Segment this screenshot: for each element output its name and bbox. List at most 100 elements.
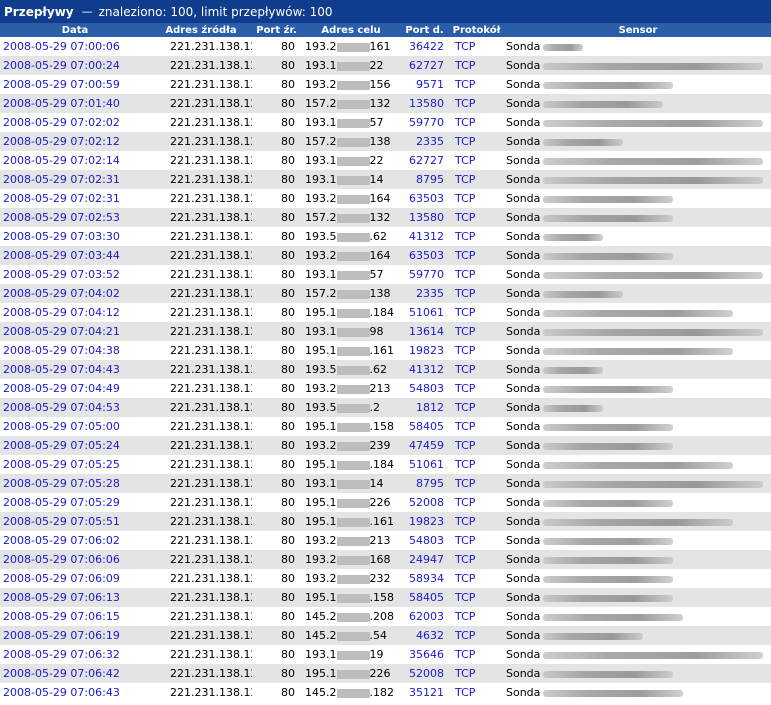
table-row[interactable]: 2008-05-29 07:02:53221.231.138.12180157.… (0, 208, 771, 227)
destination-port-link[interactable]: 54803 (401, 531, 448, 550)
table-row[interactable]: 2008-05-29 07:03:44221.231.138.12180193.… (0, 246, 771, 265)
flow-date-link[interactable]: 2008-05-29 07:05:25 (0, 455, 150, 474)
column-header-sensor[interactable]: Sensor (505, 23, 771, 37)
table-row[interactable]: 2008-05-29 07:05:28221.231.138.12180193.… (0, 474, 771, 493)
protocol-link[interactable]: TCP (448, 37, 505, 56)
destination-port-link[interactable]: 8795 (401, 474, 448, 493)
table-row[interactable]: 2008-05-29 07:05:29 221.231.138.12 80 195.1… (0, 493, 771, 512)
flow-date-link[interactable]: 2008-05-29 07:03:44 (0, 246, 150, 265)
flow-date-link[interactable]: 2008-05-29 07:03:52 (0, 265, 150, 284)
table-row[interactable]: 2008-05-29 07:06:43 221.231.138.12 80 145.2… (0, 683, 771, 702)
destination-port-link[interactable]: 51061 (401, 455, 448, 474)
flow-date-link[interactable]: 2008-05-29 07:00:24 (0, 56, 150, 75)
table-row[interactable]: 2008-05-29 07:06:06 221.231.138.12 80 193.2… (0, 550, 771, 569)
flow-date-link[interactable]: 2008-05-29 07:06:43 (0, 683, 150, 702)
flow-date-link[interactable]: 2008-05-29 07:06:13 (0, 588, 150, 607)
protocol-link[interactable]: TCP (448, 626, 505, 645)
table-row[interactable]: 2008-05-29 07:04:12221.231.138.12180195.… (0, 303, 771, 322)
destination-port-link[interactable]: 13580 (401, 94, 448, 113)
protocol-link[interactable]: TCP (448, 208, 505, 227)
destination-port-link[interactable]: 9571 (401, 75, 448, 94)
destination-port-link[interactable]: 19823 (401, 512, 448, 531)
destination-port-link[interactable]: 62003 (401, 607, 448, 626)
destination-port-link[interactable]: 62727 (401, 151, 448, 170)
destination-port-link[interactable]: 13580 (401, 208, 448, 227)
destination-port-link[interactable]: 13614 (401, 322, 448, 341)
flow-date-link[interactable]: 2008-05-29 07:04:02 (0, 284, 150, 303)
flow-date-link[interactable]: 2008-05-29 07:02:53 (0, 208, 150, 227)
destination-port-link[interactable]: 4632 (401, 626, 448, 645)
table-row[interactable]: 2008-05-29 07:04:49 221.231.138.12 80 193.2… (0, 379, 771, 398)
destination-port-link[interactable]: 35646 (401, 645, 448, 664)
destination-port-link[interactable]: 35121 (401, 683, 448, 702)
protocol-link[interactable]: TCP (448, 664, 505, 683)
protocol-link[interactable]: TCP (448, 474, 505, 493)
table-row[interactable]: 2008-05-29 07:02:02 221.231.138.12 80 193.1… (0, 113, 771, 132)
table-row[interactable]: 2008-05-29 07:05:51221.231.138.12180195.… (0, 512, 771, 531)
flow-date-link[interactable]: 2008-05-29 07:06:15 (0, 607, 150, 626)
protocol-link[interactable]: TCP (448, 645, 505, 664)
destination-port-link[interactable]: 58405 (401, 588, 448, 607)
destination-port-link[interactable]: 58934 (401, 569, 448, 588)
flow-date-link[interactable]: 2008-05-29 07:06:09 (0, 569, 150, 588)
destination-port-link[interactable]: 47459 (401, 436, 448, 455)
flow-date-link[interactable]: 2008-05-29 07:06:19 (0, 626, 150, 645)
flow-date-link[interactable]: 2008-05-29 07:01:40 (0, 94, 150, 113)
destination-port-link[interactable]: 1812 (401, 398, 448, 417)
protocol-link[interactable]: TCP (448, 265, 505, 284)
table-row[interactable]: 2008-05-29 07:04:43221.231.138.12180193.… (0, 360, 771, 379)
protocol-link[interactable]: TCP (448, 303, 505, 322)
column-header-destination-port[interactable]: Port d. (401, 23, 448, 37)
protocol-link[interactable]: TCP (448, 132, 505, 151)
flow-date-link[interactable]: 2008-05-29 07:05:00 (0, 417, 150, 436)
destination-port-link[interactable]: 63503 (401, 189, 448, 208)
flow-date-link[interactable]: 2008-05-29 07:02:12 (0, 132, 150, 151)
flow-date-link[interactable]: 2008-05-29 07:02:02 (0, 113, 150, 132)
table-row[interactable]: 2008-05-29 07:02:14221.231.138.12180193.… (0, 151, 771, 170)
flow-date-link[interactable]: 2008-05-29 07:02:31 (0, 189, 150, 208)
table-row[interactable]: 2008-05-29 07:05:25221.231.138.12180195.… (0, 455, 771, 474)
protocol-link[interactable]: TCP (448, 436, 505, 455)
destination-port-link[interactable]: 2335 (401, 132, 448, 151)
flow-date-link[interactable]: 2008-05-29 07:02:31 (0, 170, 150, 189)
column-header-destination-address[interactable]: Adres celu (301, 23, 401, 37)
flow-date-link[interactable]: 2008-05-29 07:04:12 (0, 303, 150, 322)
protocol-link[interactable]: TCP (448, 322, 505, 341)
destination-port-link[interactable]: 36422 (401, 37, 448, 56)
destination-port-link[interactable]: 52008 (401, 664, 448, 683)
table-row[interactable]: 2008-05-29 07:00:24 221.231.138.12 80 193.1… (0, 56, 771, 75)
flow-date-link[interactable]: 2008-05-29 07:06:02 (0, 531, 150, 550)
destination-port-link[interactable]: 19823 (401, 341, 448, 360)
table-row[interactable]: 2008-05-29 07:05:24 221.231.138.12 80 193.2… (0, 436, 771, 455)
flow-date-link[interactable]: 2008-05-29 07:04:43 (0, 360, 150, 379)
flow-date-link[interactable]: 2008-05-29 07:04:21 (0, 322, 150, 341)
table-row[interactable]: 2008-05-29 07:03:52221.231.138.12180193.… (0, 265, 771, 284)
table-row[interactable]: 2008-05-29 07:06:09 221.231.138.12 80 193.2… (0, 569, 771, 588)
destination-port-link[interactable]: 2335 (401, 284, 448, 303)
table-row[interactable]: 2008-05-29 07:06:13221.231.138.12180195.… (0, 588, 771, 607)
flow-date-link[interactable]: 2008-05-29 07:06:06 (0, 550, 150, 569)
table-row[interactable]: 2008-05-29 07:00:59221.231.138.12180193.… (0, 75, 771, 94)
table-row[interactable]: 2008-05-29 07:05:00 221.231.138.12 80 195.1… (0, 417, 771, 436)
protocol-link[interactable]: TCP (448, 493, 505, 512)
flow-date-link[interactable]: 2008-05-29 07:05:51 (0, 512, 150, 531)
protocol-link[interactable]: TCP (448, 607, 505, 626)
flow-date-link[interactable]: 2008-05-29 07:04:53 (0, 398, 150, 417)
protocol-link[interactable]: TCP (448, 113, 505, 132)
protocol-link[interactable]: TCP (448, 379, 505, 398)
table-row[interactable]: 2008-05-29 07:06:19 221.231.138.12 80 145.2… (0, 626, 771, 645)
table-row[interactable]: 2008-05-29 07:04:21221.231.138.12180193.… (0, 322, 771, 341)
table-row[interactable]: 2008-05-29 07:02:12 221.231.138.12 80 157.2… (0, 132, 771, 151)
flow-date-link[interactable]: 2008-05-29 07:02:14 (0, 151, 150, 170)
protocol-link[interactable]: TCP (448, 189, 505, 208)
protocol-link[interactable]: TCP (448, 550, 505, 569)
column-header-date[interactable]: Data (0, 23, 150, 37)
table-row[interactable]: 2008-05-29 07:00:06221.231.138.12180193.… (0, 37, 771, 56)
flow-date-link[interactable]: 2008-05-29 07:03:30 (0, 227, 150, 246)
protocol-link[interactable]: TCP (448, 227, 505, 246)
table-row[interactable]: 2008-05-29 07:04:38 221.231.138.12 80 195.1… (0, 341, 771, 360)
protocol-link[interactable]: TCP (448, 75, 505, 94)
flow-date-link[interactable]: 2008-05-29 07:06:42 (0, 664, 150, 683)
flow-date-link[interactable]: 2008-05-29 07:00:06 (0, 37, 150, 56)
destination-port-link[interactable]: 24947 (401, 550, 448, 569)
